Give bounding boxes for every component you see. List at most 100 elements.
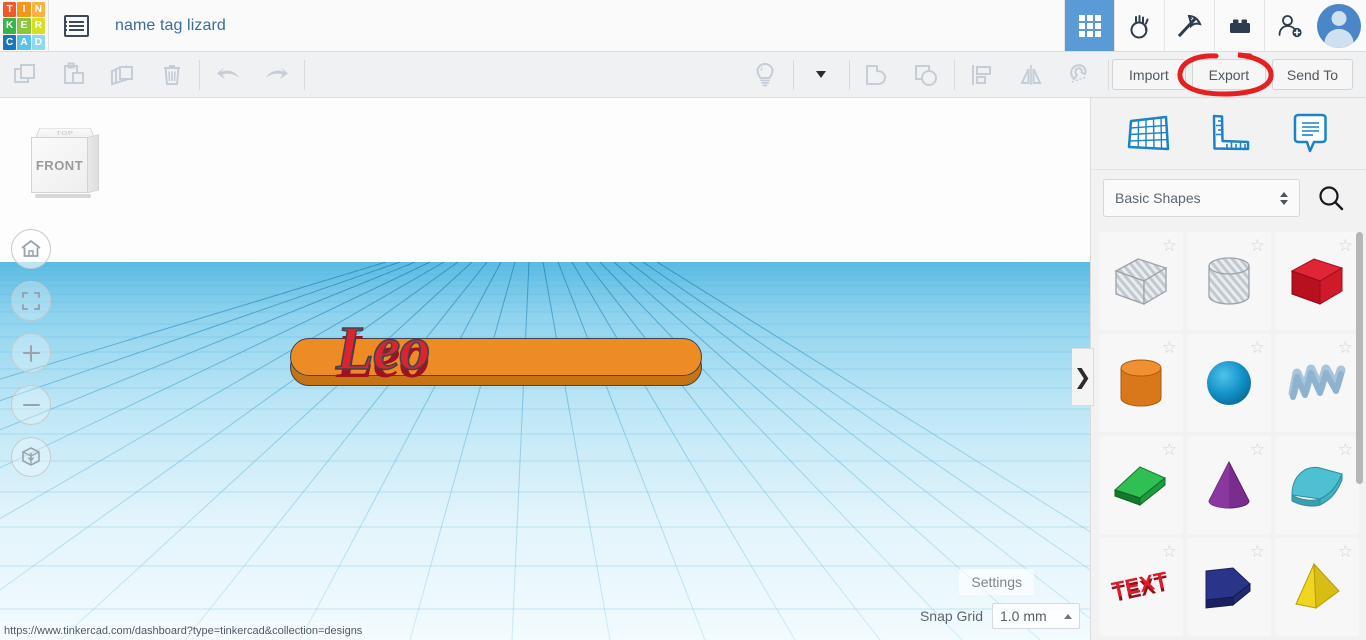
avatar bbox=[1317, 3, 1361, 48]
shape-box-hole[interactable]: ☆ bbox=[1099, 232, 1183, 330]
shapes-scrollbar-thumb[interactable] bbox=[1356, 232, 1363, 484]
shape-text[interactable]: ☆ TEXT TEXT bbox=[1099, 538, 1183, 636]
group-button[interactable] bbox=[853, 52, 902, 98]
favorite-star-icon[interactable]: ☆ bbox=[1250, 237, 1265, 254]
toolbar-divider-1 bbox=[199, 59, 200, 90]
lightbulb-dropdown[interactable] bbox=[797, 52, 846, 98]
favorite-star-icon[interactable]: ☆ bbox=[1162, 441, 1177, 458]
shape-sphere[interactable]: ☆ bbox=[1187, 334, 1271, 432]
magnet-button[interactable] bbox=[1056, 52, 1105, 98]
perspective-toggle-button[interactable] bbox=[11, 437, 51, 477]
snap-grid-select[interactable]: 1.0 mm bbox=[992, 603, 1080, 629]
shape-cylinder[interactable]: ☆ bbox=[1099, 334, 1183, 432]
settings-button[interactable]: Settings bbox=[959, 569, 1034, 595]
redo-arrow-icon bbox=[265, 67, 288, 79]
workplane-tool-button[interactable] bbox=[1120, 106, 1176, 162]
view-cube-side[interactable] bbox=[88, 134, 99, 193]
favorite-star-icon[interactable]: ☆ bbox=[1338, 237, 1353, 254]
canvas-background bbox=[0, 98, 1090, 260]
document-menu-button[interactable] bbox=[49, 0, 103, 51]
toolbar-divider-4 bbox=[848, 59, 850, 90]
pickaxe-minecraft-icon bbox=[1177, 14, 1202, 37]
minecraft-button[interactable] bbox=[1164, 0, 1214, 51]
duplicate-button[interactable] bbox=[98, 52, 147, 98]
group-shapes-icon bbox=[866, 64, 887, 85]
design-canvas[interactable]: TOP FRONT Leo Leo Settings Snap Grid 1.0… bbox=[0, 98, 1090, 640]
favorite-star-icon[interactable]: ☆ bbox=[1250, 543, 1265, 560]
codeblocks-button[interactable] bbox=[1114, 0, 1164, 51]
lightbulb-button[interactable] bbox=[741, 52, 790, 98]
align-button[interactable] bbox=[958, 52, 1007, 98]
favorite-star-icon[interactable]: ☆ bbox=[1250, 339, 1265, 356]
favorite-star-icon[interactable]: ☆ bbox=[1338, 441, 1353, 458]
delete-button[interactable] bbox=[147, 52, 196, 98]
view-cube-front[interactable]: FRONT bbox=[31, 137, 88, 193]
import-button[interactable]: Import bbox=[1111, 59, 1186, 90]
ruler-tool-button[interactable] bbox=[1201, 106, 1257, 162]
snap-grid-label: Snap Grid bbox=[919, 608, 983, 624]
shapes-panel: Basic Shapes ☆ ☆ ☆ ☆ ☆ ☆ ☆ ☆ ☆ ☆ TEXT TE… bbox=[1090, 98, 1366, 640]
logo-cell-r: R bbox=[31, 18, 45, 34]
clipboard-tools bbox=[0, 52, 196, 98]
shape-polygon[interactable]: ☆ bbox=[1187, 538, 1271, 636]
logo-cell-n: N bbox=[31, 2, 45, 18]
shapes-scrollbar[interactable] bbox=[1356, 232, 1363, 632]
zoom-in-button[interactable] bbox=[11, 333, 51, 373]
edit-toolbar: Import Export Send To bbox=[0, 52, 1366, 98]
codeblocks-icon bbox=[1130, 14, 1148, 38]
undo-button[interactable] bbox=[203, 52, 252, 98]
copy-button[interactable] bbox=[0, 52, 49, 98]
workplane-grid[interactable] bbox=[0, 262, 1090, 640]
home-view-button[interactable] bbox=[11, 229, 51, 269]
shape-box[interactable]: ☆ bbox=[1275, 232, 1359, 330]
notes-tool-button[interactable] bbox=[1282, 106, 1338, 162]
list-menu-icon bbox=[63, 14, 89, 37]
redo-button[interactable] bbox=[252, 52, 301, 98]
chevron-down-icon bbox=[816, 71, 827, 78]
favorite-star-icon[interactable]: ☆ bbox=[1338, 339, 1353, 356]
shape-pyramid[interactable]: ☆ bbox=[1275, 538, 1359, 636]
designs-grid-button[interactable] bbox=[1064, 0, 1114, 51]
mirror-button[interactable] bbox=[1007, 52, 1056, 98]
snap-grid-row: Snap Grid 1.0 mm bbox=[920, 603, 1080, 629]
workplane-gridlines bbox=[0, 262, 1090, 640]
lego-button[interactable] bbox=[1214, 0, 1264, 51]
panel-collapse-button[interactable]: ❯ bbox=[1072, 348, 1094, 406]
favorite-star-icon[interactable]: ☆ bbox=[1162, 543, 1177, 560]
export-button[interactable]: Export bbox=[1191, 59, 1266, 90]
favorite-star-icon[interactable]: ☆ bbox=[1162, 237, 1177, 254]
shape-row: ☆ ☆ ☆ bbox=[1099, 334, 1359, 432]
view-cube[interactable]: TOP FRONT bbox=[29, 122, 101, 204]
shape-scribble[interactable]: ☆ bbox=[1275, 334, 1359, 432]
tinkercad-logo[interactable]: T I N K E R C A D bbox=[0, 0, 48, 52]
shape-cylinder-hole[interactable]: ☆ bbox=[1187, 232, 1271, 330]
favorite-star-icon[interactable]: ☆ bbox=[1338, 543, 1353, 560]
shape-search-button[interactable] bbox=[1308, 178, 1354, 218]
page-title[interactable]: name tag lizard bbox=[103, 0, 226, 51]
action-buttons: Import Export Send To bbox=[1111, 59, 1366, 90]
favorite-star-icon[interactable]: ☆ bbox=[1250, 441, 1265, 458]
logo-cell-a: A bbox=[17, 34, 31, 50]
search-icon bbox=[1319, 186, 1344, 211]
trash-icon bbox=[163, 64, 180, 85]
view-tools bbox=[741, 52, 1105, 98]
shape-round-roof[interactable]: ☆ bbox=[1275, 436, 1359, 534]
shape-category-select[interactable]: Basic Shapes bbox=[1103, 179, 1300, 217]
name-tag-model[interactable]: Leo Leo bbox=[290, 317, 702, 392]
shape-row: ☆ TEXT TEXT ☆ ☆ bbox=[1099, 538, 1359, 636]
magnet-snap-icon bbox=[1070, 63, 1087, 83]
logo-cell-k: K bbox=[3, 18, 17, 34]
send-to-button[interactable]: Send To bbox=[1271, 59, 1353, 90]
user-avatar-button[interactable] bbox=[1314, 0, 1366, 51]
shape-cone[interactable]: ☆ bbox=[1187, 436, 1271, 534]
ungroup-button[interactable] bbox=[902, 52, 951, 98]
view-cube-shadow bbox=[35, 194, 91, 198]
fit-to-view-button[interactable] bbox=[11, 281, 51, 321]
favorite-star-icon[interactable]: ☆ bbox=[1162, 339, 1177, 356]
logo-cell-i: I bbox=[17, 2, 31, 18]
shape-roof[interactable]: ☆ bbox=[1099, 436, 1183, 534]
zoom-out-button[interactable] bbox=[11, 385, 51, 425]
add-person-button[interactable] bbox=[1264, 0, 1314, 51]
paste-button[interactable] bbox=[49, 52, 98, 98]
minus-icon bbox=[22, 404, 40, 406]
